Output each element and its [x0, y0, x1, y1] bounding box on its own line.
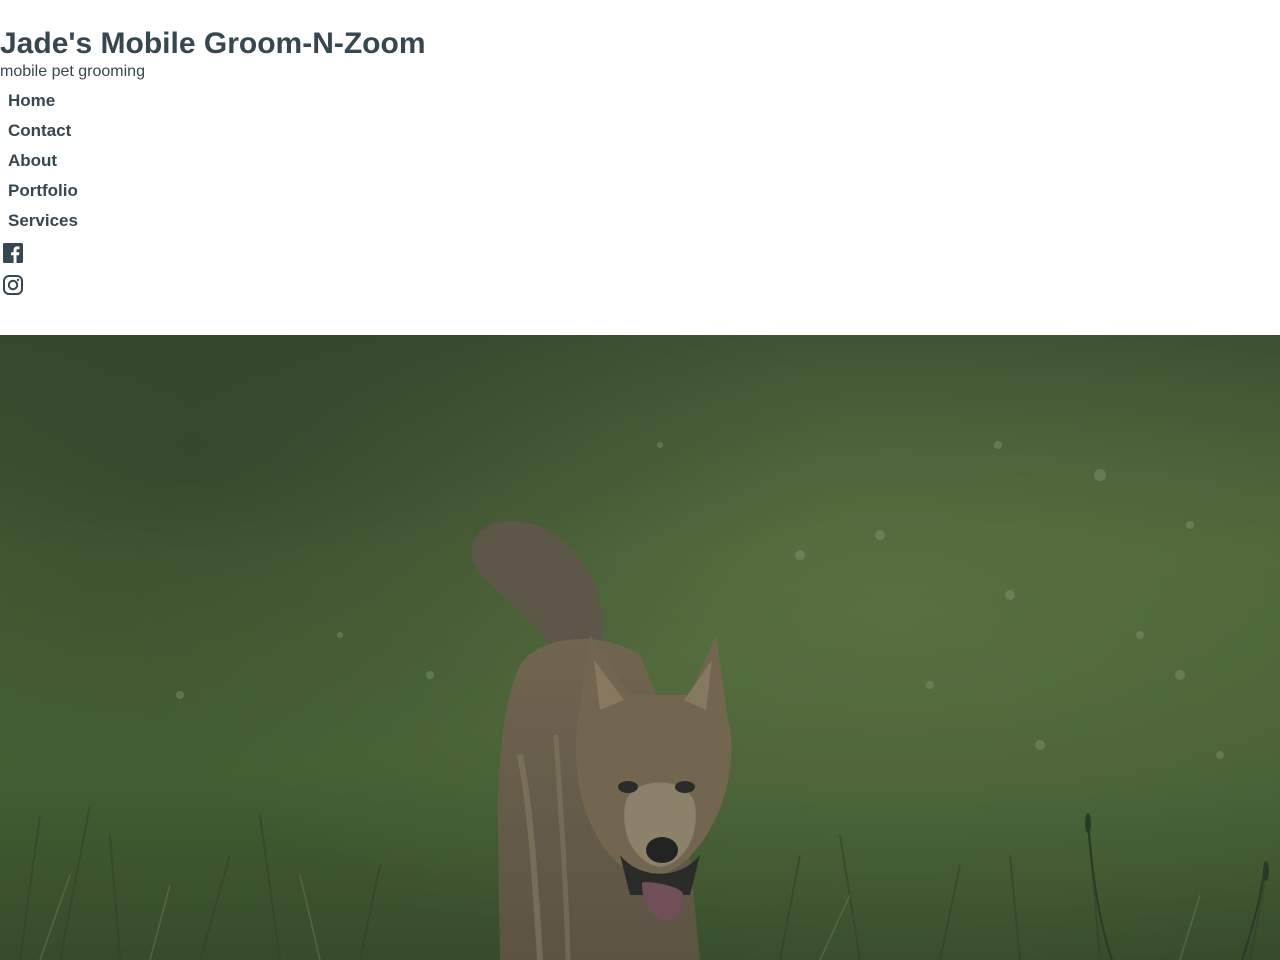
nav-item-portfolio: Portfolio: [0, 178, 78, 208]
nav-item-services: Services: [0, 208, 78, 238]
nav-item-home: Home: [0, 88, 78, 118]
facebook-link[interactable]: [2, 242, 24, 264]
nav-link-about[interactable]: About: [0, 148, 57, 174]
social-links: [2, 242, 24, 306]
nav-link-portfolio[interactable]: Portfolio: [0, 178, 78, 204]
nav-item-contact: Contact: [0, 118, 78, 148]
site-tagline: mobile pet grooming: [0, 63, 145, 80]
instagram-icon: [3, 275, 23, 295]
nav-link-home[interactable]: Home: [0, 88, 55, 114]
puppy-in-grass-photo: [0, 335, 1280, 960]
site-header: Jade's Mobile Groom-N-Zoom mobile pet gr…: [0, 0, 1280, 335]
instagram-link[interactable]: [2, 274, 24, 296]
facebook-icon: [3, 243, 23, 263]
nav-item-about: About: [0, 148, 78, 178]
nav-link-services[interactable]: Services: [0, 208, 78, 234]
hero-image: [0, 335, 1280, 960]
site-title[interactable]: Jade's Mobile Groom-N-Zoom: [0, 26, 426, 62]
main-nav: Home Contact About Portfolio Services: [0, 88, 78, 238]
nav-link-contact[interactable]: Contact: [0, 118, 71, 144]
